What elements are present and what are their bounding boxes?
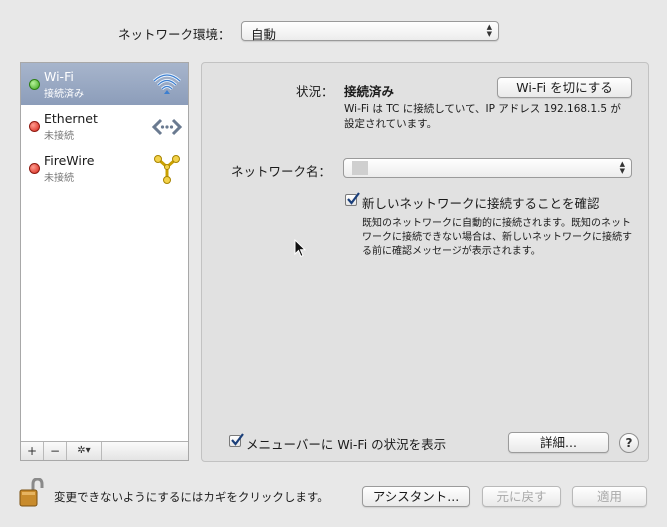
apply-button[interactable]: 適用 — [572, 486, 647, 507]
ask-join-description-line-3: る前に確認メッセージが表示されます。 — [362, 246, 541, 257]
location-value: 自動 — [251, 27, 277, 42]
ask-join-label[interactable]: 新しいネットワークに接続することを確認 — [362, 193, 600, 212]
service-item-ethernet[interactable]: Ethernet 未接続 — [21, 105, 188, 147]
service-name: Wi-Fi — [44, 69, 74, 84]
advanced-button[interactable]: 詳細... — [508, 432, 609, 453]
assistant-button[interactable]: アシスタント... — [362, 486, 470, 507]
status-dot-icon — [29, 121, 40, 132]
status-description-line-2: 設定されています。 — [344, 118, 438, 130]
lock-instruction-text: 変更できないようにするにはカギをクリックします。 — [54, 490, 329, 504]
updown-arrows-icon: ▲ ▼ — [486, 23, 492, 38]
status-value: 接続済み — [344, 84, 395, 99]
service-item-firewire[interactable]: FireWire 未接続 — [21, 147, 188, 189]
network-name-label: ネットワーク名： — [231, 164, 332, 179]
status-label: 状況： — [296, 84, 334, 99]
remove-service-button[interactable]: − — [44, 442, 67, 460]
firewire-icon — [154, 155, 180, 184]
checkmark-icon — [347, 192, 360, 205]
redacted-network-name — [352, 161, 368, 175]
service-status: 接続済み — [44, 89, 84, 100]
ask-join-description-line-1: 既知のネットワークに自動的に接続されます。既知のネット — [362, 218, 631, 229]
lock-icon[interactable] — [18, 478, 44, 508]
revert-button[interactable]: 元に戻す — [482, 486, 561, 507]
checkmark-icon — [231, 433, 244, 446]
ask-join-checkbox[interactable] — [345, 192, 360, 206]
location-select[interactable]: 自動 ▲ ▼ — [241, 21, 499, 42]
help-button[interactable]: ? — [619, 433, 639, 453]
service-list-toolbar: + − ✲▾ — [21, 441, 188, 460]
ask-join-description-line-2: ワークに接続できない場合は、新しいネットワークに接続す — [362, 232, 632, 243]
show-menubar-label[interactable]: メニューバーに Wi-Fi の状況を表示 — [246, 434, 446, 453]
service-status: 未接続 — [44, 173, 74, 184]
show-menubar-checkbox[interactable] — [229, 433, 244, 447]
wifi-icon — [152, 73, 182, 94]
wifi-off-button[interactable]: Wi-Fi を切にする — [497, 77, 632, 98]
updown-arrows-icon: ▲ ▼ — [619, 160, 625, 175]
status-dot-icon — [29, 79, 40, 90]
service-status: 未接続 — [44, 131, 74, 142]
mouse-cursor-icon — [294, 239, 306, 258]
location-label: ネットワーク環境： — [118, 27, 231, 42]
network-name-select[interactable]: ▲ ▼ — [343, 158, 632, 178]
service-name: Ethernet — [44, 111, 98, 126]
action-menu-button[interactable]: ✲▾ — [67, 442, 102, 460]
service-name: FireWire — [44, 153, 95, 168]
status-description-line-1: Wi-Fi は TC に接続していて、IP アドレス 192.168.1.5 が — [344, 103, 621, 115]
ethernet-icon — [151, 118, 183, 136]
add-service-button[interactable]: + — [21, 442, 44, 460]
status-dot-icon — [29, 163, 40, 174]
service-item-wifi[interactable]: Wi-Fi 接続済み — [21, 63, 188, 105]
service-list: Wi-Fi 接続済み Ethernet 未接続 FireWire 未接続 + −… — [20, 62, 189, 461]
